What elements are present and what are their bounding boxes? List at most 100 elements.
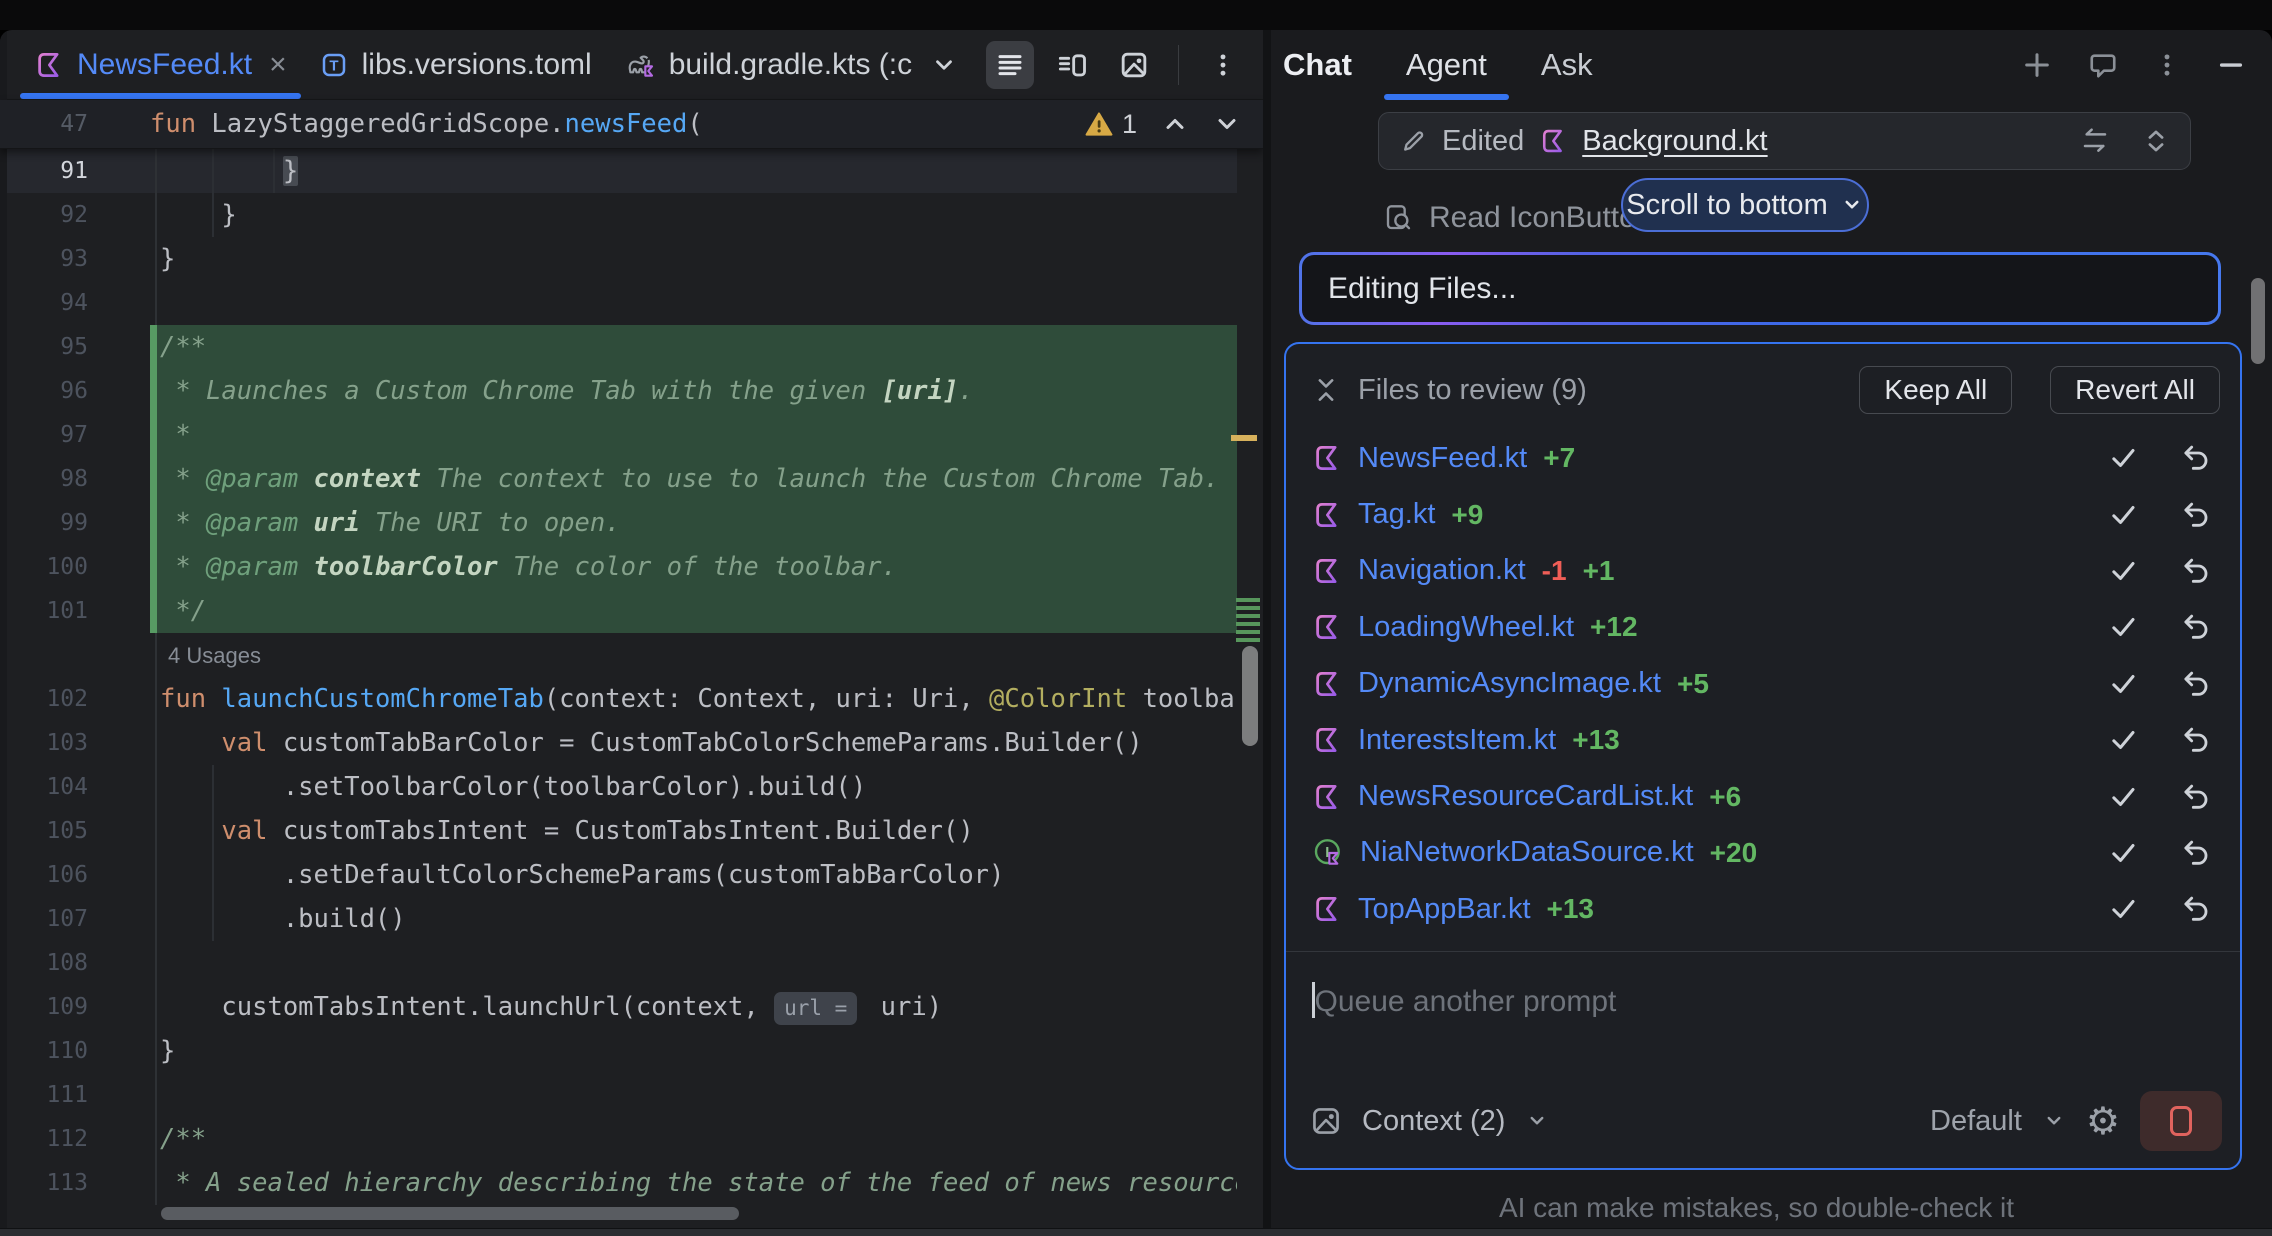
chevron-down-icon[interactable]: [2042, 1109, 2066, 1133]
keep-file-check-icon[interactable]: [2108, 838, 2138, 868]
editor-vertical-scrollbar[interactable]: [1242, 646, 1258, 746]
code-line[interactable]: 113 * A sealed hierarchy describing the …: [0, 1161, 1237, 1205]
revert-file-undo-icon[interactable]: [2180, 725, 2210, 755]
tab-build-gradle-kts[interactable]: build.gradle.kts (:c: [608, 30, 973, 99]
code-line[interactable]: 106 .setDefaultColorSchemeParams(customT…: [0, 853, 1237, 897]
prompt-input[interactable]: Queue another prompt Context (2) Default…: [1286, 952, 2240, 1168]
file-review-row[interactable]: LoadingWheel.kt+12: [1312, 599, 2226, 655]
file-link[interactable]: LoadingWheel.kt: [1358, 611, 1574, 644]
revert-file-undo-icon[interactable]: [2180, 612, 2210, 642]
code-line[interactable]: 94: [0, 281, 1237, 325]
file-review-row[interactable]: Tag.kt+9: [1312, 486, 2226, 542]
revert-file-undo-icon[interactable]: [2180, 838, 2210, 868]
code-line[interactable]: 103 val customTabBarColor = CustomTabCol…: [0, 721, 1237, 765]
file-link[interactable]: DynamicAsyncImage.kt: [1358, 667, 1661, 700]
split-text-preview-icon[interactable]: [1048, 41, 1096, 89]
chevron-down-icon[interactable]: [1525, 1109, 1549, 1133]
code-line[interactable]: 92 }: [0, 193, 1237, 237]
editor-horizontal-scrollbar[interactable]: [161, 1207, 739, 1220]
file-review-row[interactable]: Navigation.kt-1+1: [1312, 543, 2226, 599]
tab-ask[interactable]: Ask: [1541, 30, 1593, 100]
file-link[interactable]: InterestsItem.kt: [1358, 724, 1556, 757]
keep-file-check-icon[interactable]: [2108, 782, 2138, 812]
code-line[interactable]: 111: [0, 1073, 1237, 1117]
code-line[interactable]: 97 *: [0, 413, 1237, 457]
code-line[interactable]: 109 customTabsIntent.launchUrl(context, …: [0, 985, 1237, 1029]
keep-file-check-icon[interactable]: [2108, 443, 2138, 473]
keep-file-check-icon[interactable]: [2108, 556, 2138, 586]
close-tab-icon[interactable]: ×: [269, 48, 287, 82]
previous-warning-chevron-icon[interactable]: [1161, 110, 1189, 138]
usages-inlay-hint[interactable]: 4 Usages: [160, 643, 261, 668]
file-review-row[interactable]: TopAppBar.kt+13: [1312, 881, 2226, 937]
file-review-row[interactable]: InterestsItem.kt+13: [1312, 712, 2226, 768]
code-editor[interactable]: 91 }92 }93}9495/**96 * Launches a Custom…: [0, 149, 1237, 1228]
code-line[interactable]: 99 * @param uri The URI to open.: [0, 501, 1237, 545]
revert-file-undo-icon[interactable]: [2180, 782, 2210, 812]
warning-triangle-icon[interactable]: 1: [1084, 109, 1137, 140]
file-review-row[interactable]: NewsFeed.kt+7: [1312, 430, 2226, 486]
model-selector[interactable]: Default: [1930, 1105, 2022, 1138]
file-link[interactable]: Tag.kt: [1358, 498, 1435, 531]
revert-file-undo-icon[interactable]: [2180, 556, 2210, 586]
hide-panel-minimize-icon[interactable]: [2216, 50, 2246, 80]
file-review-row[interactable]: INiaNetworkDataSource.kt+20: [1312, 825, 2226, 881]
tab-newsfeed-kt[interactable]: NewsFeed.kt ×: [18, 30, 303, 99]
code-line[interactable]: 4 Usages: [0, 633, 1237, 677]
more-options-kebab-icon[interactable]: [2154, 52, 2180, 78]
file-review-row[interactable]: NewsResourceCardList.kt+6: [1312, 768, 2226, 824]
code-line[interactable]: 93}: [0, 237, 1237, 281]
show-diff-icon[interactable]: [2080, 126, 2110, 156]
scroll-to-bottom-button[interactable]: Scroll to bottom: [1621, 178, 1869, 232]
keep-all-button[interactable]: Keep All: [1859, 366, 2012, 414]
code-line[interactable]: 98 * @param context The context to use t…: [0, 457, 1237, 501]
keep-file-check-icon[interactable]: [2108, 500, 2138, 530]
keep-file-check-icon[interactable]: [2108, 725, 2138, 755]
attach-image-icon[interactable]: [1310, 1105, 1342, 1137]
file-link[interactable]: NewsResourceCardList.kt: [1358, 780, 1693, 813]
tab-chat[interactable]: Chat: [1283, 30, 1352, 100]
expand-collapse-chevrons-icon[interactable]: [2142, 127, 2170, 155]
sticky-code-line[interactable]: 47 fun LazyStaggeredGridScope.newsFeed( …: [0, 100, 1263, 149]
code-line[interactable]: 101 */: [0, 589, 1237, 633]
code-line[interactable]: 95/**: [0, 325, 1237, 369]
code-line[interactable]: 110}: [0, 1029, 1237, 1073]
code-line[interactable]: 96 * Launches a Custom Chrome Tab with t…: [0, 369, 1237, 413]
code-line[interactable]: 105 val customTabsIntent = CustomTabsInt…: [0, 809, 1237, 853]
hidden-tabs-chevron-icon[interactable]: [931, 52, 957, 78]
revert-file-undo-icon[interactable]: [2180, 443, 2210, 473]
edited-file-link[interactable]: Background.kt: [1582, 125, 1767, 158]
code-line[interactable]: 112/**: [0, 1117, 1237, 1161]
code-line[interactable]: 102fun launchCustomChromeTab(context: Co…: [0, 677, 1237, 721]
image-preview-icon[interactable]: [1110, 41, 1158, 89]
code-line[interactable]: 107 .build(): [0, 897, 1237, 941]
tab-agent[interactable]: Agent: [1406, 30, 1487, 100]
context-selector[interactable]: Context (2): [1362, 1105, 1505, 1138]
more-options-kebab-icon[interactable]: [1199, 41, 1247, 89]
collapse-all-icon[interactable]: [1312, 376, 1340, 404]
code-line[interactable]: 104 .setToolbarColor(toolbarColor).build…: [0, 765, 1237, 809]
settings-gear-icon[interactable]: ⚙: [2086, 1102, 2120, 1140]
revert-file-undo-icon[interactable]: [2180, 894, 2210, 924]
code-line[interactable]: 108: [0, 941, 1237, 985]
keep-file-check-icon[interactable]: [2108, 894, 2138, 924]
file-link[interactable]: TopAppBar.kt: [1358, 893, 1531, 926]
code-line[interactable]: 91 }: [0, 149, 1237, 193]
file-link[interactable]: NiaNetworkDataSource.kt: [1360, 836, 1694, 869]
new-chat-plus-icon[interactable]: [2022, 50, 2052, 80]
chat-vertical-scrollbar[interactable]: [2251, 278, 2265, 364]
code-line[interactable]: 100 * @param toolbarColor The color of t…: [0, 545, 1237, 589]
revert-all-button[interactable]: Revert All: [2050, 366, 2220, 414]
file-link[interactable]: Navigation.kt: [1358, 554, 1526, 587]
stop-generation-button[interactable]: [2140, 1091, 2222, 1151]
file-link[interactable]: NewsFeed.kt: [1358, 442, 1527, 475]
tab-libs-versions-toml[interactable]: T libs.versions.toml: [303, 30, 608, 99]
edited-file-card[interactable]: Edited Background.kt: [1378, 112, 2191, 170]
chat-history-bubble-icon[interactable]: [2088, 50, 2118, 80]
file-review-row[interactable]: DynamicAsyncImage.kt+5: [1312, 656, 2226, 712]
pane-divider[interactable]: [1263, 30, 1271, 1228]
editor-text-view-icon[interactable]: [986, 41, 1034, 89]
revert-file-undo-icon[interactable]: [2180, 669, 2210, 699]
keep-file-check-icon[interactable]: [2108, 612, 2138, 642]
keep-file-check-icon[interactable]: [2108, 669, 2138, 699]
